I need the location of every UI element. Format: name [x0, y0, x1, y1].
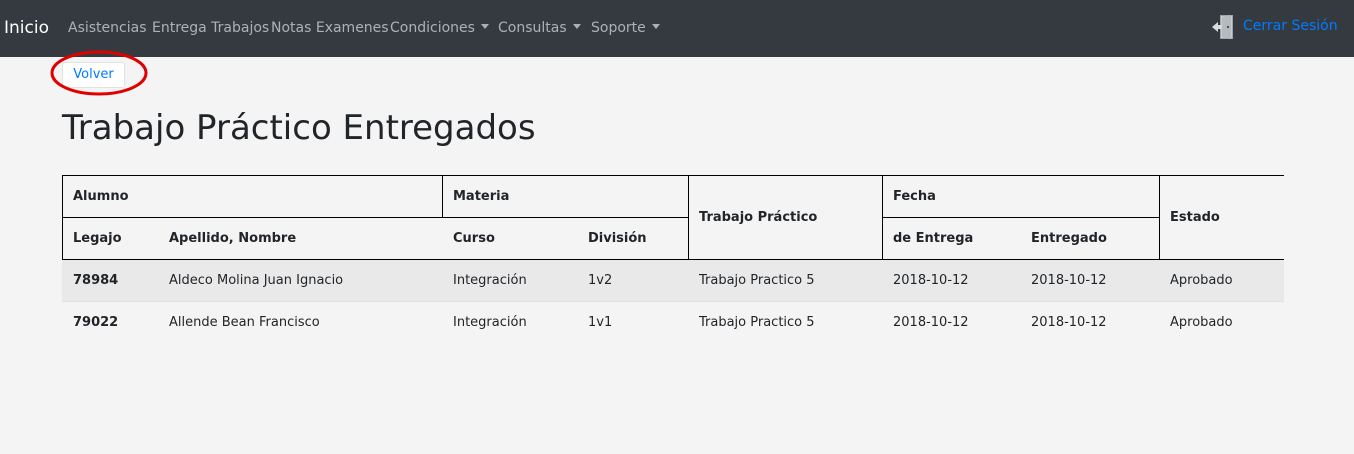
- header-fecha: Fecha: [893, 189, 936, 204]
- header-mid-border-fecha: [882, 217, 1160, 218]
- header-apellido-nombre: Apellido, Nombre: [169, 231, 297, 246]
- cell-fecha-entregado: 2018-10-12: [1031, 315, 1107, 330]
- nav-soporte-label: Soporte: [591, 20, 646, 36]
- header-estado: Estado: [1170, 210, 1220, 225]
- cell-nombre: Allende Bean Francisco: [169, 315, 320, 330]
- cell-curso: Integración: [453, 273, 527, 288]
- cell-division: 1v2: [588, 273, 613, 288]
- header-border-materia-trabajo: [688, 175, 689, 259]
- nav-asistencias[interactable]: Asistencias: [68, 20, 147, 37]
- header-trabajo-practico: Trabajo Práctico: [699, 210, 818, 225]
- cell-estado: Aprobado: [1170, 315, 1233, 330]
- cell-curso: Integración: [453, 315, 527, 330]
- header-curso: Curso: [453, 231, 495, 246]
- cell-division: 1v1: [588, 315, 613, 330]
- header-mid-border-left: [62, 217, 689, 218]
- header-de-entrega: de Entrega: [893, 231, 974, 246]
- row-divider: [62, 301, 1284, 302]
- nav-condiciones-dropdown[interactable]: Condiciones: [390, 20, 489, 37]
- nav-notas-examenes[interactable]: Notas Examenes: [271, 20, 389, 37]
- page-title: Trabajo Práctico Entregados: [62, 108, 536, 148]
- chevron-down-icon: [480, 24, 489, 29]
- header-border-trabajo-fecha: [882, 175, 883, 259]
- cell-fecha-entrega: 2018-10-12: [893, 273, 969, 288]
- cell-legajo: 78984: [73, 273, 119, 288]
- chevron-down-icon: [572, 24, 581, 29]
- cell-fecha-entrega: 2018-10-12: [893, 315, 969, 330]
- header-division: División: [588, 231, 647, 246]
- cell-trabajo: Trabajo Practico 5: [699, 315, 815, 330]
- nav-soporte-dropdown[interactable]: Soporte: [591, 20, 660, 37]
- cell-fecha-entregado: 2018-10-12: [1031, 273, 1107, 288]
- header-materia: Materia: [453, 189, 510, 204]
- cell-trabajo: Trabajo Practico 5: [699, 273, 815, 288]
- header-entregado: Entregado: [1031, 231, 1107, 246]
- cell-estado: Aprobado: [1170, 273, 1233, 288]
- logout-label: Cerrar Sesión: [1243, 18, 1338, 34]
- back-button[interactable]: Volver: [62, 62, 125, 88]
- header-bottom-border: [62, 259, 1284, 260]
- nav-consultas-dropdown[interactable]: Consultas: [498, 20, 581, 37]
- nav-entrega-trabajos[interactable]: Entrega Trabajos: [152, 20, 269, 37]
- header-border-alumno-materia: [442, 175, 443, 217]
- top-navbar: Inicio Asistencias Entrega Trabajos Nota…: [0, 0, 1354, 57]
- header-border-left: [62, 175, 63, 259]
- header-alumno: Alumno: [73, 189, 129, 204]
- header-top-border: [62, 175, 1284, 176]
- header-border-fecha-estado: [1159, 175, 1160, 259]
- header-legajo: Legajo: [73, 231, 122, 246]
- nav-condiciones-label: Condiciones: [390, 20, 475, 36]
- cell-legajo: 79022: [73, 315, 119, 330]
- brand-link[interactable]: Inicio: [4, 17, 49, 39]
- logout-door-icon: [1212, 15, 1233, 39]
- nav-consultas-label: Consultas: [498, 20, 567, 36]
- chevron-down-icon: [651, 24, 660, 29]
- cell-nombre: Aldeco Molina Juan Ignacio: [169, 273, 344, 288]
